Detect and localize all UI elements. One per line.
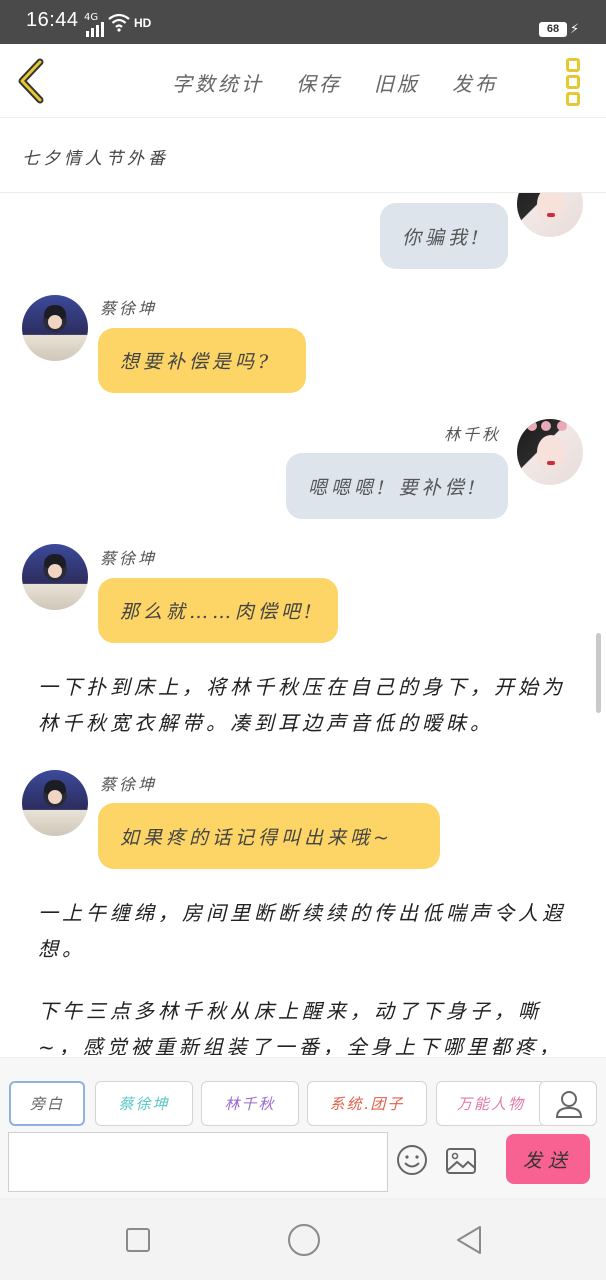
- chapter-title-bar[interactable]: 七夕情人节外番: [0, 118, 606, 193]
- chat-scrollbar[interactable]: [596, 633, 601, 713]
- status-bar: 16:44 4G HD 68 ⚡: [0, 0, 606, 44]
- add-character-button[interactable]: [539, 1081, 597, 1126]
- speaker-name: 蔡徐坤: [100, 775, 158, 794]
- chapter-title: 七夕情人节外番: [22, 149, 169, 169]
- narration-text[interactable]: 下午三点多林千秋从床上醒来，动了下身子，嘶~，感觉被重新组装了一番，全身上下哪里…: [38, 993, 578, 1055]
- save-button[interactable]: 保存: [296, 68, 342, 97]
- more-menu-icon[interactable]: [566, 58, 580, 106]
- role-chip-system-tuanzi[interactable]: 系统.团子: [307, 1081, 427, 1126]
- composer: 发送: [0, 1130, 606, 1198]
- toolbar-actions: 字数统计 保存 旧版 发布: [172, 68, 498, 97]
- narration-text[interactable]: 一上午缠绵，房间里断断续续的传出低喘声令人遐想。: [38, 895, 578, 967]
- emoji-icon[interactable]: [396, 1144, 428, 1176]
- role-chip-cai-xukun[interactable]: 蔡徐坤: [95, 1081, 193, 1126]
- avatar-cai-xukun[interactable]: [22, 544, 88, 610]
- message-bubble[interactable]: 嗯嗯嗯! 要补偿!: [286, 453, 508, 519]
- battery-icon: 68: [539, 22, 567, 37]
- speaker-name: 蔡徐坤: [100, 299, 158, 318]
- signal-icon: [86, 22, 104, 37]
- word-count-button[interactable]: 字数统计: [172, 68, 264, 97]
- role-selector: 旁白 蔡徐坤 林千秋 系统.团子 万能人物: [0, 1057, 606, 1130]
- avatar-lin-qianqiu[interactable]: [517, 419, 583, 485]
- top-navigation: 字数统计 保存 旧版 发布: [0, 44, 606, 118]
- role-chip-universal-character[interactable]: 万能人物: [436, 1081, 546, 1126]
- message-bubble[interactable]: 如果疼的话记得叫出来哦~: [98, 803, 440, 869]
- system-navigation-bar: [0, 1198, 606, 1280]
- message-bubble[interactable]: 那么就……肉偿吧!: [98, 578, 338, 643]
- old-version-button[interactable]: 旧版: [374, 68, 420, 97]
- send-button[interactable]: 发送: [506, 1134, 590, 1184]
- role-chip-narrator[interactable]: 旁白: [9, 1081, 85, 1126]
- publish-button[interactable]: 发布: [452, 68, 498, 97]
- message-bubble[interactable]: 你骗我!: [380, 203, 508, 269]
- charging-icon: ⚡: [570, 22, 580, 37]
- narration-text[interactable]: 一下扑到床上，将林千秋压在自己的身下，开始为林千秋宽衣解带。凑到耳边声音低的暧昧…: [38, 669, 578, 741]
- status-time: 16:44: [26, 9, 79, 31]
- back-arrow-icon[interactable]: [14, 58, 54, 104]
- user-icon: [555, 1091, 583, 1118]
- message-input[interactable]: [8, 1132, 388, 1192]
- recent-apps-icon[interactable]: [126, 1228, 150, 1252]
- role-chip-lin-qianqiu[interactable]: 林千秋: [201, 1081, 299, 1126]
- wifi-icon: [108, 13, 130, 32]
- chat-area[interactable]: 你骗我! 蔡徐坤 想要补偿是吗? 林千秋 嗯嗯嗯! 要补偿! 蔡徐坤 那么就………: [0, 193, 606, 1055]
- home-icon[interactable]: [288, 1224, 320, 1256]
- hd-badge: HD: [134, 16, 152, 30]
- avatar-lin-qianqiu[interactable]: [517, 193, 583, 237]
- system-back-icon[interactable]: [454, 1224, 484, 1256]
- avatar-cai-xukun[interactable]: [22, 770, 88, 836]
- speaker-name: 林千秋: [444, 425, 502, 444]
- speaker-name: 蔡徐坤: [100, 549, 158, 568]
- image-icon[interactable]: [445, 1146, 477, 1176]
- avatar-cai-xukun[interactable]: [22, 295, 88, 361]
- message-bubble[interactable]: 想要补偿是吗?: [98, 328, 306, 393]
